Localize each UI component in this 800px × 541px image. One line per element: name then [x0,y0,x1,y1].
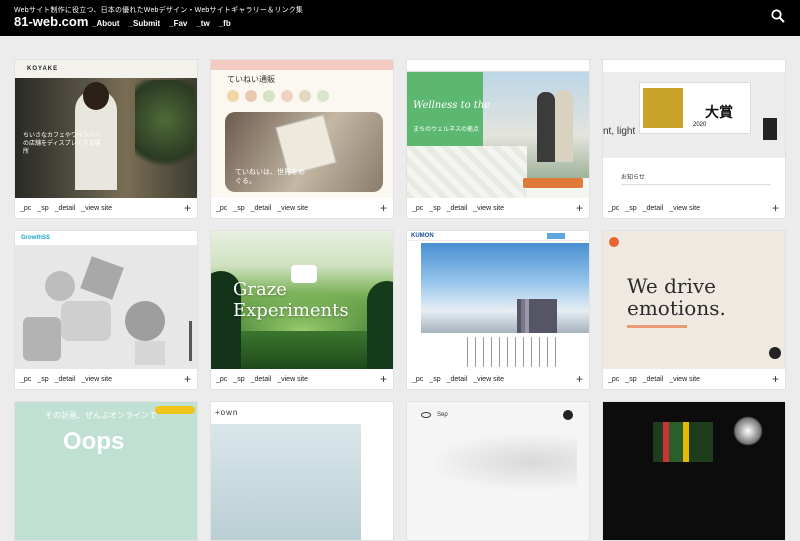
link-detail[interactable]: _detail [251,205,272,212]
link-detail[interactable]: _detail [55,376,76,383]
nav-submit[interactable]: _Submit [129,19,161,28]
link-sp[interactable]: _sp [625,376,636,383]
plus-icon[interactable]: + [380,373,387,385]
link-view-site[interactable]: _view site [81,205,112,212]
site-screenshot[interactable]: ていねい通販 ていねいは、世界をめぐる。 [211,60,393,198]
gallery-card[interactable] [602,401,786,541]
gallery-card[interactable]: Sep [406,401,590,541]
gallery-card[interactable]: KOYAKE ちいさなカフェやワインバーの店舗をディスプレイする場所 _pc _… [14,59,198,219]
award-badge: 大賞 [705,104,733,120]
plus-icon[interactable]: + [772,202,779,214]
link-sp[interactable]: _sp [625,205,636,212]
site-screenshot[interactable]: Graze Experiments [211,231,393,369]
link-pc[interactable]: _pc [216,205,227,212]
site-screenshot[interactable] [603,402,785,540]
site-screenshot[interactable]: GrowthSS [15,231,197,369]
link-sp[interactable]: _sp [429,376,440,383]
link-sp[interactable]: _sp [233,376,244,383]
link-detail[interactable]: _detail [643,205,664,212]
site-logo[interactable]: 81-web.com [14,14,88,29]
link-pc[interactable]: _pc [216,376,227,383]
plus-icon[interactable]: + [184,202,191,214]
gallery-card[interactable]: ていねい通販 ていねいは、世界をめぐる。 _pc _sp _detail _vi… [210,59,394,219]
main-nav: _About _Submit _Fav _tw _fb [92,19,231,28]
link-view-site[interactable]: _view site [669,376,700,383]
link-pc[interactable]: _pc [412,205,423,212]
plus-icon[interactable]: + [772,373,779,385]
card-links: _pc _sp _detail _view site [15,369,197,389]
gallery-card[interactable]: その計画、ぜんぶオンラインで Oops [14,401,198,541]
gallery-card[interactable]: GrowthSS _pc _sp _detail _view site + [14,230,198,390]
link-detail[interactable]: _detail [447,376,468,383]
link-pc[interactable]: _pc [412,376,423,383]
search-icon[interactable] [771,9,785,23]
card-links: _pc _sp _detail _view site [211,198,393,218]
link-sp[interactable]: _sp [233,205,244,212]
card-title: We drive emotions. [627,274,726,320]
card-title: ていねい通販 [227,75,275,84]
gallery-card[interactable]: +own [210,401,394,541]
gallery-card[interactable]: 大賞 2020 nt, light お知らせ _pc _sp _detail _… [602,59,786,219]
card-links: _pc _sp _detail _view site [407,369,589,389]
gallery-card[interactable]: KUMON _pc _sp _detail _view site + [406,230,590,390]
site-screenshot[interactable]: KOYAKE ちいさなカフェやワインバーの店舗をディスプレイする場所 [15,60,197,198]
card-brand: KOYAKE [27,66,59,72]
site-screenshot[interactable]: その計画、ぜんぶオンラインで Oops [15,402,197,540]
link-detail[interactable]: _detail [447,205,468,212]
site-header: Webサイト制作に役立つ、日本の優れたWebデザイン・Webサイトギャラリー＆リ… [0,0,800,36]
site-screenshot[interactable]: Sep [407,402,589,540]
card-title: Oops [63,428,125,455]
link-pc[interactable]: _pc [20,376,31,383]
nav-facebook[interactable]: _fb [219,19,231,28]
link-pc[interactable]: _pc [608,205,619,212]
link-view-site[interactable]: _view site [473,205,504,212]
card-subtitle: その計画、ぜんぶオンラインで [45,411,157,420]
link-pc[interactable]: _pc [608,376,619,383]
card-links: _pc _sp _detail _view site [407,198,589,218]
nav-about[interactable]: _About [92,19,120,28]
gallery-card[interactable]: We drive emotions. _pc _sp _detail _view… [602,230,786,390]
link-view-site[interactable]: _view site [473,376,504,383]
site-screenshot[interactable]: 大賞 2020 nt, light お知らせ [603,60,785,198]
plus-icon[interactable]: + [184,373,191,385]
card-links: _pc _sp _detail _view site [603,369,785,389]
card-caption: ちいさなカフェやワインバーの店舗をディスプレイする場所 [23,133,102,155]
card-brand: GrowthSS [21,235,51,241]
link-view-site[interactable]: _view site [277,205,308,212]
gallery-card[interactable]: Wellness to the まちのウェルネスの拠点 _pc _sp _det… [406,59,590,219]
plus-icon[interactable]: + [576,202,583,214]
site-screenshot[interactable]: KUMON [407,231,589,369]
link-detail[interactable]: _detail [55,205,76,212]
link-view-site[interactable]: _view site [277,376,308,383]
card-links: _pc _sp _detail _view site [603,198,785,218]
link-detail[interactable]: _detail [251,376,272,383]
award-year: 2020 [693,122,707,128]
site-screenshot[interactable]: Wellness to the まちのウェルネスの拠点 [407,60,589,198]
link-view-site[interactable]: _view site [669,205,700,212]
site-screenshot[interactable]: +own [211,402,393,540]
plus-icon[interactable]: + [576,373,583,385]
nav-fav[interactable]: _Fav [169,19,187,28]
link-sp[interactable]: _sp [37,205,48,212]
link-view-site[interactable]: _view site [81,376,112,383]
nav-twitter[interactable]: _tw [196,19,209,28]
link-detail[interactable]: _detail [643,376,664,383]
card-brand: Sep [437,412,448,418]
card-title: Graze Experiments [233,279,349,321]
card-caption: ていねいは、世界をめぐる。 [235,169,305,185]
site-screenshot[interactable]: We drive emotions. [603,231,785,369]
link-pc[interactable]: _pc [20,205,31,212]
card-brand: +own [215,408,239,417]
link-sp[interactable]: _sp [429,205,440,212]
card-subtitle: まちのウェルネスの拠点 [413,127,480,133]
card-brand: KUMON [411,233,434,239]
card-links: _pc _sp _detail _view site [211,369,393,389]
plus-icon[interactable]: + [380,202,387,214]
gallery-card[interactable]: Graze Experiments _pc _sp _detail _view … [210,230,394,390]
card-title: Wellness to the [413,100,491,111]
card-links: _pc _sp _detail _view site [15,198,197,218]
card-label: お知らせ [621,175,645,181]
link-sp[interactable]: _sp [37,376,48,383]
card-text: nt, light [603,126,636,137]
